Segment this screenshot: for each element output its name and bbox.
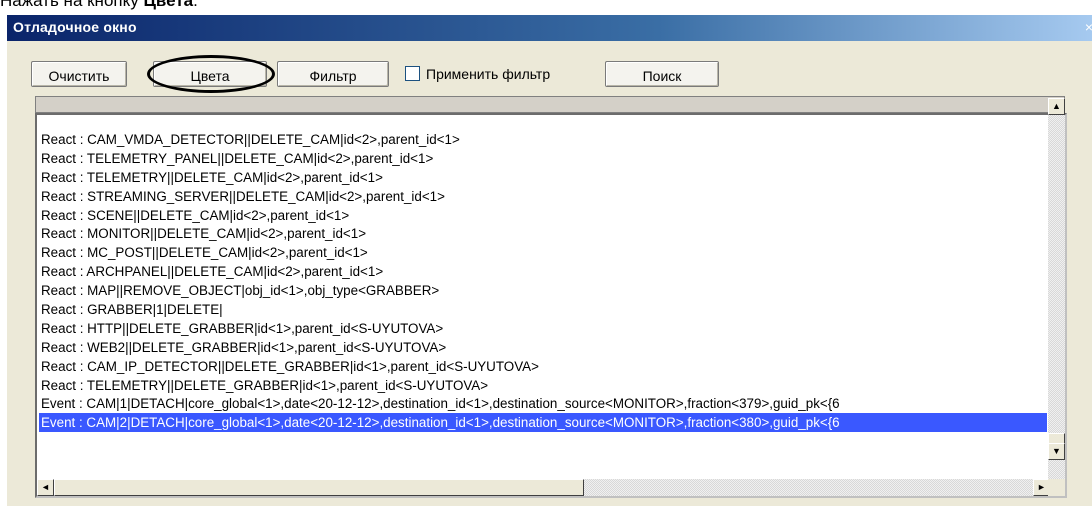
scroll-up-icon[interactable]: ▲: [1048, 98, 1065, 115]
log-row[interactable]: React : CAM_VMDA_DETECTOR||DELETE_CAM|id…: [39, 130, 1047, 149]
log-row[interactable]: React : MAP||REMOVE_OBJECT|obj_id<1>,obj…: [39, 281, 1047, 300]
log-row[interactable]: React : HTTP||DELETE_GRABBER|id<1>,paren…: [39, 319, 1047, 338]
horizontal-scroll-thumb[interactable]: [54, 479, 584, 496]
scroll-down-icon[interactable]: ▼: [1048, 443, 1065, 460]
colors-button[interactable]: Цвета: [153, 61, 267, 87]
apply-filter-label: Применить фильтр: [426, 66, 551, 82]
caption-bold: Цвета: [143, 0, 194, 10]
log-row[interactable]: Event : CAM|1|DETACH|core_global<1>,date…: [39, 394, 1047, 413]
log-row[interactable]: React : ARCHPANEL||DELETE_CAM|id<2>,pare…: [39, 262, 1047, 281]
log-row[interactable]: React : TELEMETRY_PANEL||DELETE_CAM|id<2…: [39, 149, 1047, 168]
title-bar[interactable]: Отладочное окно ×: [7, 15, 1092, 41]
close-icon[interactable]: ×: [1081, 19, 1092, 35]
search-button[interactable]: Поиск: [605, 61, 719, 87]
vertical-scrollbar[interactable]: ▲ ▼: [1048, 98, 1065, 480]
list-header: [35, 96, 1065, 113]
log-row[interactable]: React : WEB2||DELETE_GRABBER|id<1>,paren…: [39, 338, 1047, 357]
clear-button[interactable]: Очистить: [31, 61, 127, 87]
log-row[interactable]: React : GRABBER|1|DELETE|: [39, 300, 1047, 319]
debug-window: Отладочное окно × Очистить Цвета Фильтр …: [6, 14, 1092, 506]
filter-button[interactable]: Фильтр: [277, 61, 389, 87]
scroll-left-icon[interactable]: ◄: [37, 479, 54, 496]
horizontal-scrollbar[interactable]: ◄ ►: [37, 479, 1050, 496]
caption-prefix: Нажать на кнопку: [0, 0, 144, 10]
log-list[interactable]: React : CAM_VMDA_DETECTOR||DELETE_CAM|id…: [35, 98, 1067, 498]
scrollbar-corner: [1048, 479, 1065, 496]
log-rows: React : CAM_VMDA_DETECTOR||DELETE_CAM|id…: [39, 130, 1047, 452]
log-row[interactable]: React : TELEMETRY||DELETE_GRABBER|id<1>,…: [39, 376, 1047, 395]
log-row-selected[interactable]: Event : CAM|2|DETACH|core_global<1>,date…: [39, 413, 1047, 433]
log-row[interactable]: React : TELEMETRY||DELETE_CAM|id<2>,pare…: [39, 168, 1047, 187]
log-row[interactable]: React : CAM_IP_DETECTOR||DELETE_GRABBER|…: [39, 357, 1047, 376]
log-row[interactable]: React : MONITOR||DELETE_CAM|id<2>,parent…: [39, 224, 1047, 243]
apply-filter-checkbox[interactable]: [405, 66, 420, 81]
log-row[interactable]: React : MC_POST||DELETE_CAM|id<2>,parent…: [39, 243, 1047, 262]
log-row[interactable]: React : STREAMING_SERVER||DELETE_CAM|id<…: [39, 187, 1047, 206]
instruction-caption: Нажать на кнопку Цвета.: [0, 0, 198, 11]
log-row[interactable]: React : SCENE||DELETE_CAM|id<2>,parent_i…: [39, 206, 1047, 225]
window-title: Отладочное окно: [13, 19, 137, 35]
caption-suffix: .: [193, 0, 198, 10]
